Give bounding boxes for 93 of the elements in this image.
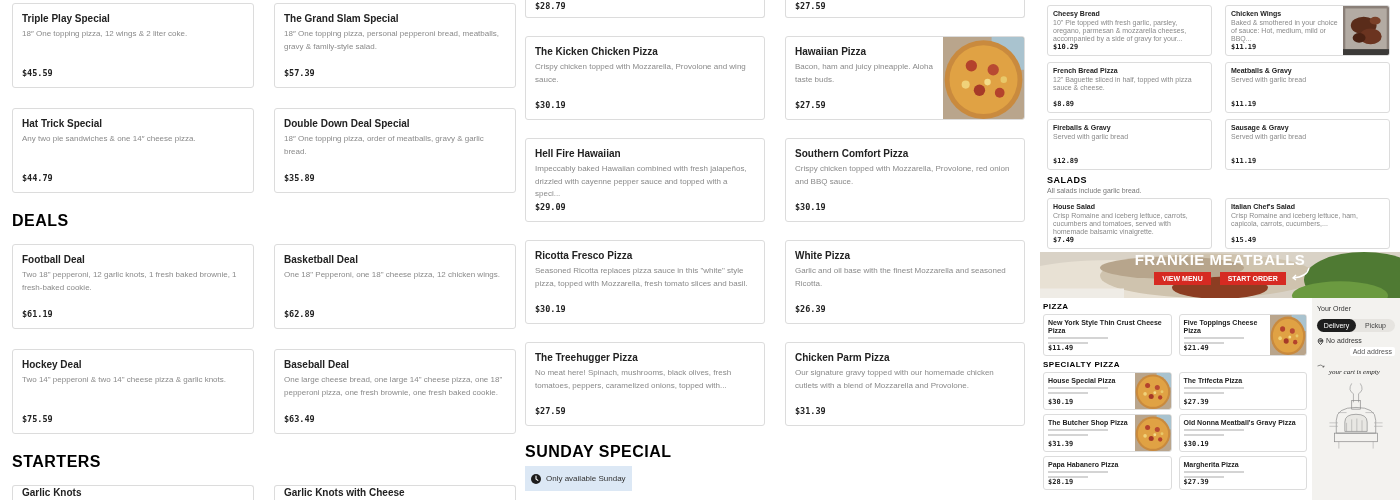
item-description: Impeccably baked Hawaiian combined with fresh jalapeños, drizzled with cayenne pepper sauce and topped with a speci...: [535, 163, 748, 200]
menu-item-card[interactable]: Football Deal Two 18" pepperoni, 12 garlic knots, 1 fresh baked brownie, 1 fresh-baked cookie. $61.19: [12, 244, 254, 329]
location-pin-icon: [1317, 337, 1324, 345]
item-price: $62.89: [284, 309, 316, 319]
item-name: White Pizza: [795, 250, 851, 262]
arrow-icon: [1290, 267, 1310, 281]
section-heading: SUNDAY SPECIAL: [525, 444, 673, 460]
blurred-text-drawing: [1048, 429, 1108, 436]
clock-icon: [531, 473, 541, 484]
item-price: $45.59: [22, 68, 54, 78]
menu-item-card[interactable]: Double Down Deal Special 18″ One topping pizza, order of meatballs, gravy & garlic bread. $35.89: [274, 108, 516, 193]
menu-item-card[interactable]: Chicken Parm Pizza Our signature gravy topped with our homemade chicken cutlets with a blend of Mozzarella and Provolone. $31.39: [785, 342, 1025, 426]
menu-item-card[interactable]: Hockey Deal Two 14" pepperoni & two 14" cheese pizza & garlic knots. $75.59: [12, 349, 254, 434]
section-heading: STARTERS: [12, 454, 103, 470]
item-price: $27.59: [795, 100, 827, 110]
item-name: Football Deal: [22, 254, 86, 266]
item-description: One 18" Pepperoni, one 18" cheese pizza, 12 chicken wings.: [284, 269, 502, 281]
item-name: Hell Fire Hawaiian: [535, 148, 622, 160]
menu-item-card[interactable]: Garlic Knots: [12, 485, 254, 500]
item-description: No meat here! Spinach, mushrooms, black olives, fresh tomatoes, peppers, caramelized onions, topped with...: [535, 367, 733, 392]
item-description: 18″ One topping pizza, order of meatballs, gravy & garlic bread.: [284, 133, 485, 158]
notice-text: Only available Sunday: [546, 472, 626, 485]
menu-item-card[interactable]: Baseball Deal One large cheese bread, one large 14" cheese pizza, one 18" pepperoni pizza, one fresh brownie, one fresh baked cookie. $63.49: [274, 349, 516, 434]
item-name: Garlic Knots with Cheese: [284, 487, 406, 499]
item-price: $61.19: [22, 309, 54, 319]
menu-item-card[interactable]: $27.59: [785, 0, 1025, 18]
section-heading: SPECIALTY PIZZA: [1043, 361, 1121, 369]
menu-item-card[interactable]: $28.79: [525, 0, 765, 18]
blurred-text-drawing: [1048, 387, 1108, 394]
item-description: One large cheese bread, one large 14" cheese pizza, one 18" pepperoni pizza, one fresh brownie, one fresh baked cookie.: [284, 374, 504, 399]
item-description: Our signature gravy topped with our homemade chicken cutlets with a blend of Mozzarella and Provolone.: [795, 367, 995, 392]
item-name: Double Down Deal Special: [284, 118, 411, 130]
blurred-text-drawing: [1183, 429, 1244, 436]
item-name: Hat Trick Special: [22, 118, 104, 130]
menu-item-card[interactable]: The Treehugger Pizza No meat here! Spinach, mushrooms, black olives, fresh tomatoes, peppers, caramelized onions, topped with... $27.59: [525, 342, 765, 426]
item-name: The Treehugger Pizza: [535, 352, 639, 364]
item-price: $44.79: [22, 173, 54, 183]
menu-item-card[interactable]: Garlic Knots with Cheese: [274, 485, 516, 500]
menu-item-card[interactable]: Triple Play Special 18″ One topping pizza, 12 wings & 2 liter coke. $45.59: [12, 3, 254, 88]
blurred-text-drawing: [1048, 471, 1108, 478]
item-name: Triple Play Special: [22, 13, 111, 25]
menu-item-card[interactable]: The Grand Slam Special 18″ One topping pizza, personal pepperoni bread, meatballs, gravy & family-style salad. $57.39: [274, 3, 516, 88]
blurred-text-drawing: [1183, 387, 1244, 394]
menu-item-card[interactable]: Hawaiian Pizza Bacon, ham and juicy pineapple. Aloha taste buds. $27.59: [785, 36, 1025, 120]
item-description: Crispy chicken topped with Mozzarella, Provolone, red onion and BBQ sauce.: [795, 163, 1011, 188]
item-name: The Grand Slam Special: [284, 13, 400, 25]
curved-arrow-icon: [1317, 364, 1327, 369]
item-price: $31.39: [795, 406, 827, 416]
section-heading: DEALS: [12, 213, 70, 229]
item-description: Bacon, ham and juicy pineapple. Aloha taste buds.: [795, 61, 934, 86]
blurred-text-drawing: [1048, 337, 1108, 344]
item-description: Garlic and oil base with the finest Mozzarella and seasoned Ricotta.: [795, 265, 1007, 290]
item-price: $29.09: [535, 202, 567, 212]
item-price: $27.59: [795, 1, 827, 11]
blurred-text-drawing: [1183, 471, 1244, 478]
menu-item-card[interactable]: Hell Fire Hawaiian Impeccably baked Hawaiian combined with fresh jalapeños, drizzled with cayenne pepper sauce and topped with a speci... $29.09: [525, 138, 765, 222]
item-price: $28.79: [535, 1, 567, 11]
item-price: $30.19: [535, 304, 567, 314]
pizza-oven-drawing: [1326, 380, 1386, 452]
menu-item-card[interactable]: Southern Comfort Pizza Crispy chicken topped with Mozzarella, Provolone, red onion and BBQ sauce. $30.19: [785, 138, 1025, 222]
item-price: $30.19: [535, 100, 567, 110]
item-price: $26.39: [795, 304, 827, 314]
item-description: 18″ One topping pizza, 12 wings & 2 liter coke.: [22, 28, 189, 40]
item-price: $35.89: [284, 173, 316, 183]
menu-item-card[interactable]: The Kicken Chicken Pizza Crispy chicken topped with Mozzarella, Provolone and wing sauce. $30.19: [525, 36, 765, 120]
section-heading: SALADS: [1047, 176, 1088, 185]
item-name: Baseball Deal: [284, 359, 351, 371]
item-name: Hawaiian Pizza: [795, 46, 868, 58]
item-name: Chicken Parm Pizza: [795, 352, 891, 364]
item-description: 18″ One topping pizza, personal pepperoni bread, meatballs, gravy & family-style salad.: [284, 28, 500, 53]
item-name: Southern Comfort Pizza: [795, 148, 910, 160]
item-price: $63.49: [284, 414, 316, 424]
menu-item-card[interactable]: Basketball Deal One 18" Pepperoni, one 18" cheese pizza, 12 chicken wings. $62.89: [274, 244, 516, 329]
item-description: Any two pie sandwiches & one 14″ cheese pizza.: [22, 133, 197, 145]
item-description: Crispy chicken topped with Mozzarella, Provolone and wing sauce.: [535, 61, 747, 86]
item-description: Two 18" pepperoni, 12 garlic knots, 1 fresh baked brownie, 1 fresh-baked cookie.: [22, 269, 238, 294]
section-heading: PIZZA: [1043, 303, 1070, 311]
item-price: $27.59: [535, 406, 567, 416]
item-name: Garlic Knots: [22, 487, 83, 499]
menu-item-card[interactable]: Ricotta Fresco Pizza Seasoned Ricotta replaces pizza sauce in this "white" style pizza, topped with Mozzarella, fresh tomato slices and basil. $30.19: [525, 240, 765, 324]
item-name: Basketball Deal: [284, 254, 359, 266]
item-price: $75.59: [22, 414, 54, 424]
menu-item-card[interactable]: White Pizza Garlic and oil base with the finest Mozzarella and seasoned Ricotta. $26.39: [785, 240, 1025, 324]
item-price: $30.19: [795, 202, 827, 212]
item-description: Seasoned Ricotta replaces pizza sauce in this "white" style pizza, topped with Mozzarella, fresh tomato slices and basil.: [535, 265, 749, 290]
menu-item-card[interactable]: Hat Trick Special Any two pie sandwiches & one 14″ cheese pizza. $44.79: [12, 108, 254, 193]
item-description: Two 14" pepperoni & two 14" cheese pizza & garlic knots.: [22, 374, 227, 386]
item-name: Ricotta Fresco Pizza: [535, 250, 634, 262]
item-name: The Kicken Chicken Pizza: [535, 46, 659, 58]
item-name: Hockey Deal: [22, 359, 83, 371]
blurred-text-drawing: [1183, 337, 1244, 344]
item-price: $57.39: [284, 68, 316, 78]
hero-title: FRANKIE MEATBALLS: [1134, 252, 1306, 268]
